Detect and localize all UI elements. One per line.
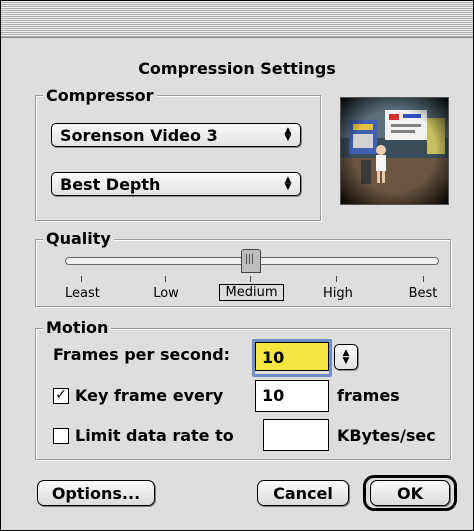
depth-value: Best Depth (60, 175, 161, 194)
quality-tick-label-least: Least (65, 286, 100, 301)
quality-tick (423, 276, 424, 282)
codec-value: Sorenson Video 3 (60, 126, 218, 145)
quality-slider-knob[interactable] (241, 249, 261, 273)
quality-tick-label-high: High (323, 286, 353, 301)
datarate-unit: KBytes/sec (337, 426, 436, 445)
quality-tick (336, 276, 337, 282)
window-titlebar[interactable] (1, 1, 473, 38)
codec-popup[interactable]: Sorenson Video 3 ▲ ▼ (51, 123, 301, 147)
popup-arrows-icon: ▲ ▼ (284, 126, 292, 143)
keyframe-label: Key frame every (75, 386, 224, 405)
quality-tick-label-best: Best (408, 286, 438, 301)
quality-tick (165, 276, 166, 282)
quality-tick (250, 276, 251, 282)
depth-popup[interactable]: Best Depth ▲ ▼ (51, 172, 301, 196)
stepper-arrows-icon: ▲ ▼ (342, 348, 350, 366)
options-button[interactable]: Options... (37, 480, 155, 506)
datarate-label: Limit data rate to (75, 426, 234, 445)
fps-label: Frames per second: (53, 345, 231, 364)
preview-image (341, 98, 448, 204)
video-preview-thumbnail (340, 97, 449, 205)
compressor-group (35, 95, 321, 221)
dialog-heading: Compression Settings (138, 59, 336, 78)
compression-settings-window: Compression Settings Compressor Sorenson… (0, 0, 474, 531)
ok-button[interactable]: OK (370, 480, 450, 506)
motion-legend: Motion (43, 319, 112, 337)
keyframe-unit: frames (337, 386, 400, 405)
datarate-checkbox[interactable] (53, 428, 69, 444)
fps-stepper[interactable]: ▲ ▼ (334, 344, 358, 370)
fps-field[interactable]: 10 (255, 342, 329, 371)
cancel-button[interactable]: Cancel (257, 480, 349, 506)
keyframe-checkbox[interactable]: ✓ (53, 388, 69, 404)
compressor-legend: Compressor (43, 87, 157, 105)
keyframe-field[interactable]: 10 (255, 380, 329, 412)
datarate-field[interactable] (263, 419, 329, 451)
popup-arrows-icon: ▲ ▼ (284, 175, 292, 192)
checkmark-icon: ✓ (55, 387, 67, 403)
quality-tick-label-low: Low (153, 286, 179, 301)
quality-tick (81, 276, 82, 282)
quality-legend: Quality (43, 230, 114, 248)
quality-tick-label-medium: Medium (219, 284, 284, 301)
